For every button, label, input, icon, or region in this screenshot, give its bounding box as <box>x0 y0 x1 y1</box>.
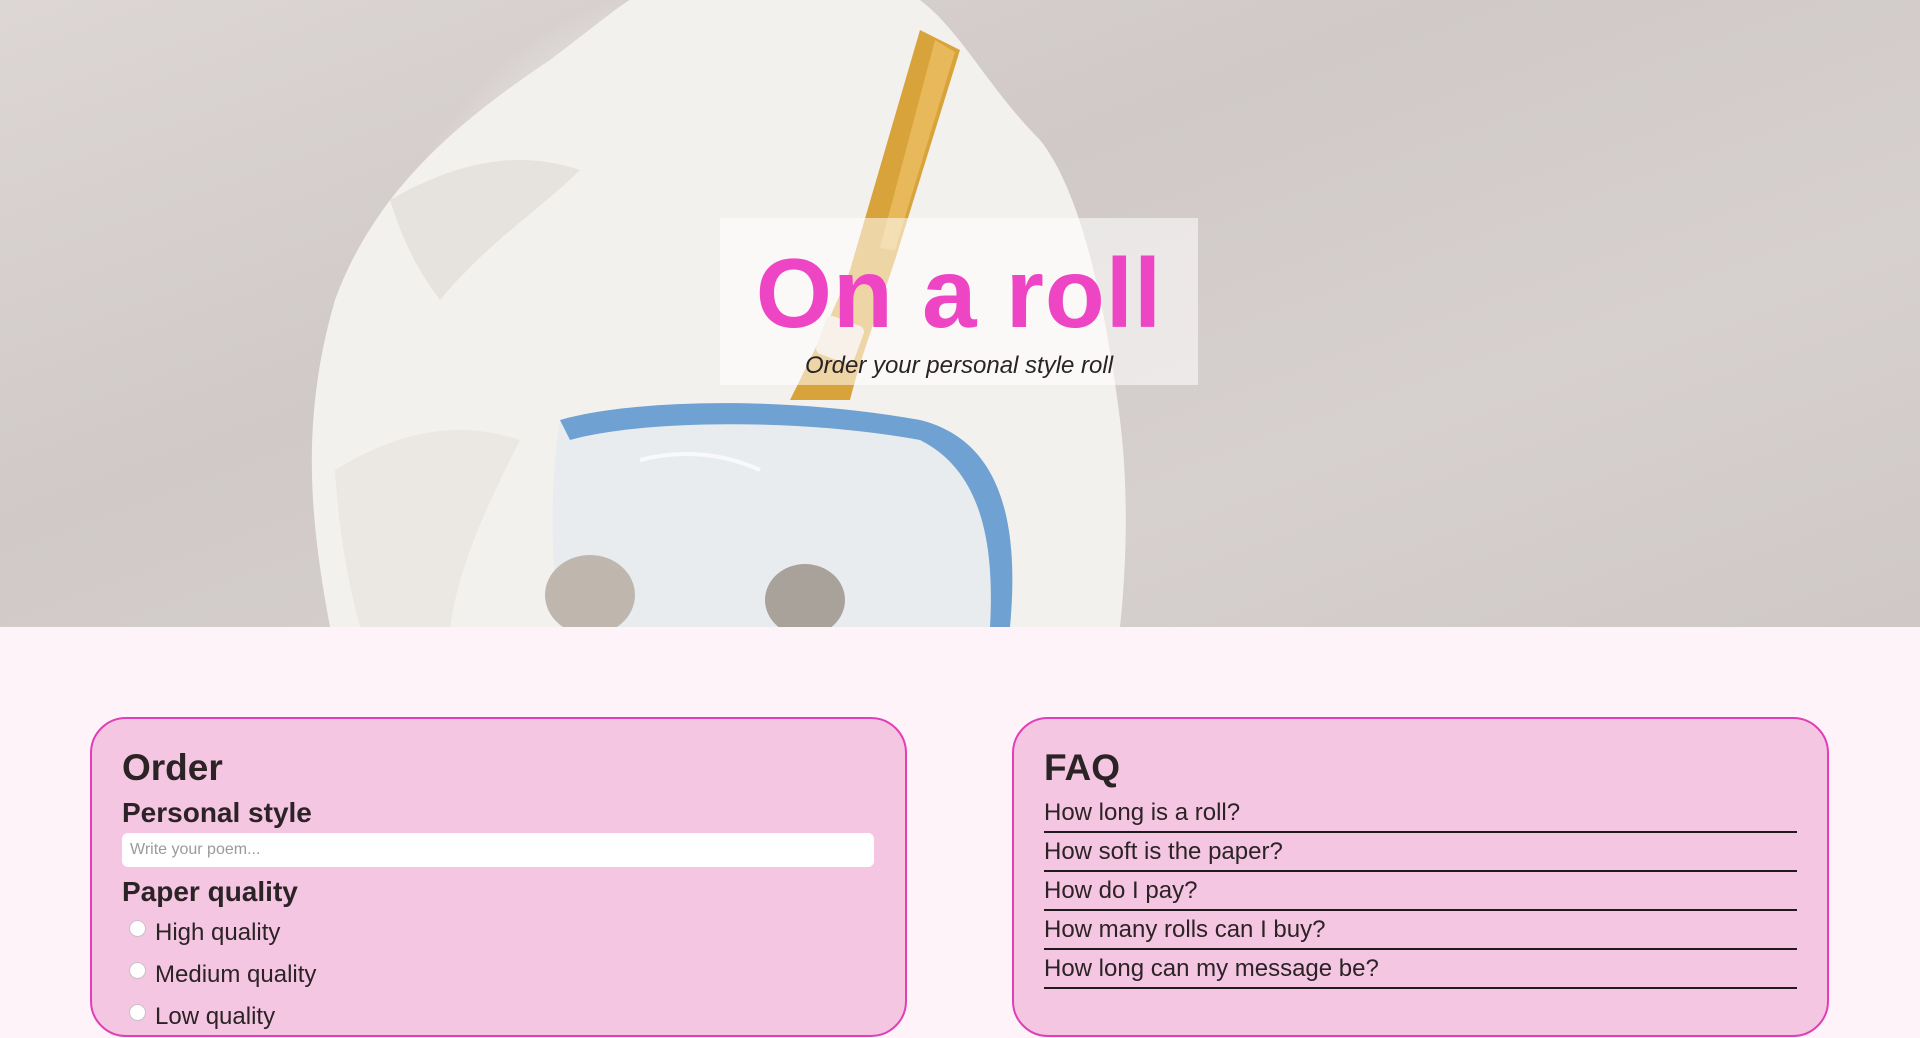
poem-input[interactable] <box>122 832 874 867</box>
radio-button[interactable] <box>129 1004 146 1022</box>
faq-question[interactable]: How long is a roll? <box>1044 798 1797 833</box>
order-heading: Order <box>122 747 223 788</box>
order-card: Order Personal style Paper quality High … <box>90 717 907 1037</box>
quality-option-label: Low quality <box>155 1002 276 1030</box>
quality-option-low[interactable]: Low quality <box>122 996 875 1038</box>
hero-subtitle: Order your personal style roll <box>804 352 1114 379</box>
radio-button[interactable] <box>129 962 146 980</box>
faq-heading: FAQ <box>1044 747 1121 788</box>
radio-button[interactable] <box>129 920 146 938</box>
faq-question[interactable]: How do I pay? <box>1044 872 1797 911</box>
faq-question[interactable]: How many rolls can I buy? <box>1044 911 1797 950</box>
quality-option-label: Medium quality <box>155 960 317 988</box>
quality-option-medium[interactable]: Medium quality <box>122 954 875 996</box>
hero-banner: On a roll Order your personal style roll <box>0 0 1920 627</box>
faq-card: FAQ How long is a roll? How soft is the … <box>1012 717 1829 1037</box>
paper-quality-label: Paper quality <box>122 875 298 907</box>
hero-title-box: On a roll Order your personal style roll <box>720 218 1198 385</box>
quality-option-high[interactable]: High quality <box>122 912 875 954</box>
faq-question[interactable]: How soft is the paper? <box>1044 833 1797 872</box>
quality-option-label: High quality <box>155 918 281 946</box>
hero-title: On a roll <box>755 238 1163 348</box>
faq-question[interactable]: How long can my message be? <box>1044 950 1797 989</box>
personal-style-label: Personal style <box>122 797 312 828</box>
